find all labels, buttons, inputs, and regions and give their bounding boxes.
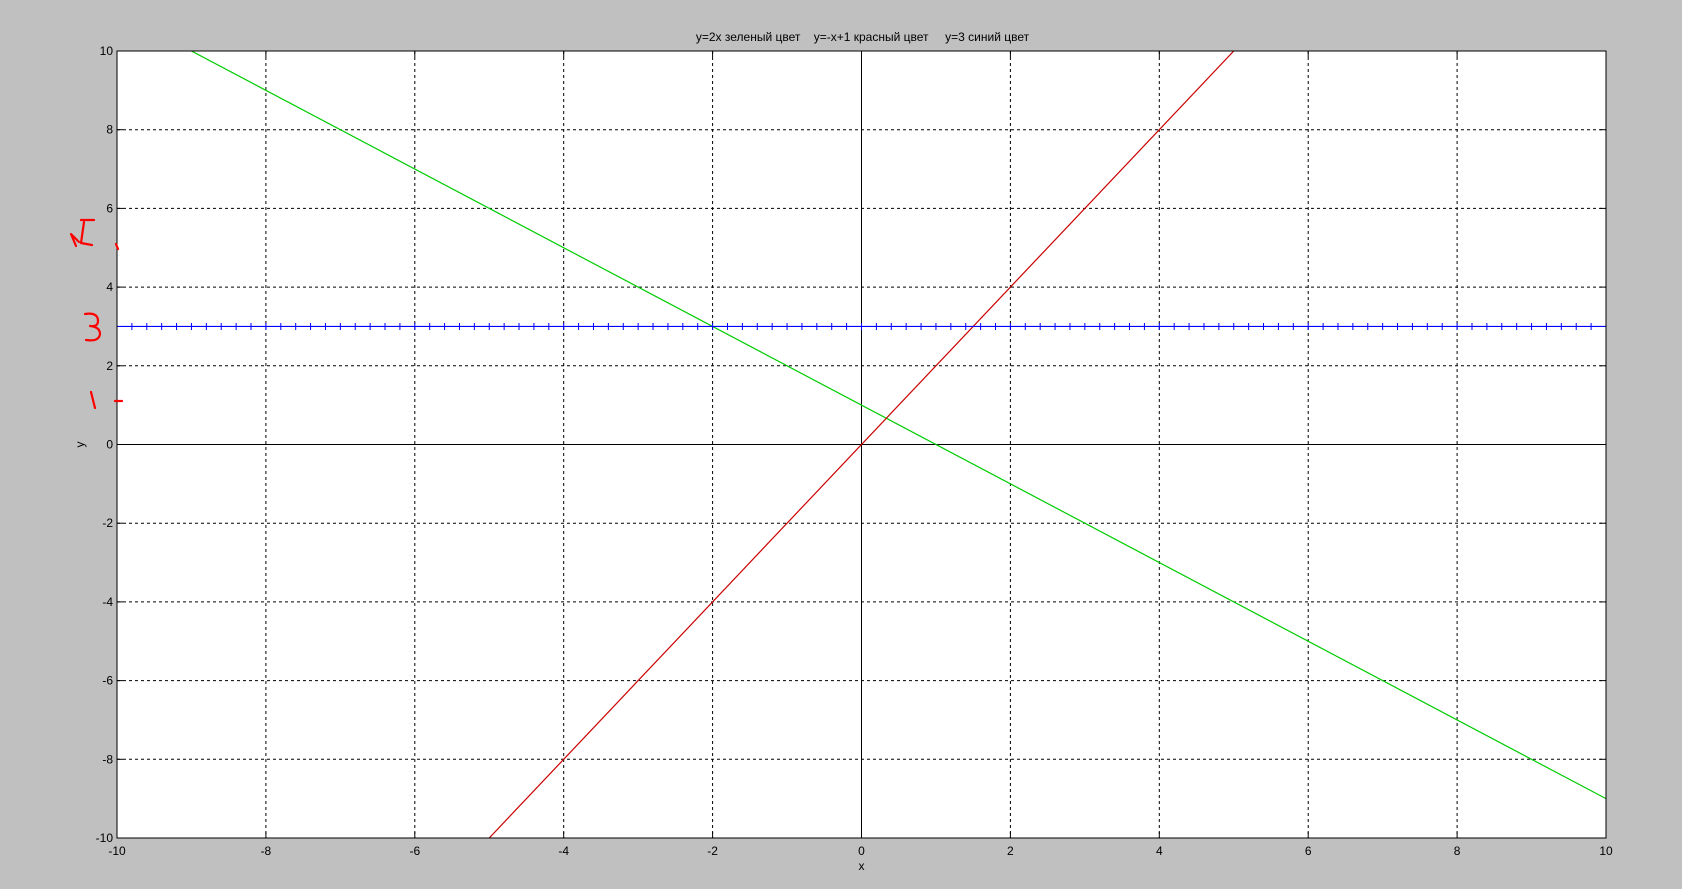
handwritten-dash bbox=[89, 390, 97, 410]
x-tick-label: -4 bbox=[558, 844, 569, 858]
figure: -10 -8 -6 -4 -2 0 2 4 6 8 10 -10 -8 -6 -4 -2 0 2 4 6 8 10 y=2… bbox=[0, 0, 1682, 889]
x-tick-label: 0 bbox=[858, 844, 865, 858]
x-tick-label: -6 bbox=[409, 844, 420, 858]
x-tick-label: -8 bbox=[261, 844, 272, 858]
y-tick-label: -10 bbox=[96, 831, 114, 845]
x-tick-label: 10 bbox=[1599, 844, 1613, 858]
chart: -10 -8 -6 -4 -2 0 2 4 6 8 10 -10 -8 -6 -4 -2 0 2 4 6 8 10 y=2… bbox=[69, 30, 1613, 873]
x-tick-label: -2 bbox=[707, 844, 718, 858]
x-tick-label: 6 bbox=[1305, 844, 1312, 858]
y-tick-label: 6 bbox=[106, 201, 113, 215]
x-tick-label: 2 bbox=[1007, 844, 1014, 858]
y-tick-label: 0 bbox=[106, 438, 113, 452]
y-axis-label: y bbox=[73, 442, 87, 448]
y-tick-label: 2 bbox=[106, 359, 113, 373]
y-tick-label: 4 bbox=[106, 280, 113, 294]
y-tick-label: 8 bbox=[106, 123, 113, 137]
x-tick-label: 4 bbox=[1156, 844, 1163, 858]
y-tick-label: 10 bbox=[100, 44, 114, 58]
y-tick-label: -8 bbox=[102, 752, 113, 766]
chart-title: y=2x зеленый цвет y=-x+1 красный цвет y=… bbox=[696, 30, 1030, 44]
x-axis-label: x bbox=[859, 859, 865, 873]
handwritten-annotations bbox=[69, 218, 124, 410]
y-tick-label: -2 bbox=[102, 516, 113, 530]
x-tick-label: -10 bbox=[108, 844, 126, 858]
x-tick-label: 8 bbox=[1454, 844, 1461, 858]
y-tick-label: -6 bbox=[102, 674, 113, 688]
handwritten-3 bbox=[83, 312, 102, 342]
y-tick-label: -4 bbox=[102, 595, 113, 609]
handwritten-sqrt5 bbox=[69, 218, 96, 248]
